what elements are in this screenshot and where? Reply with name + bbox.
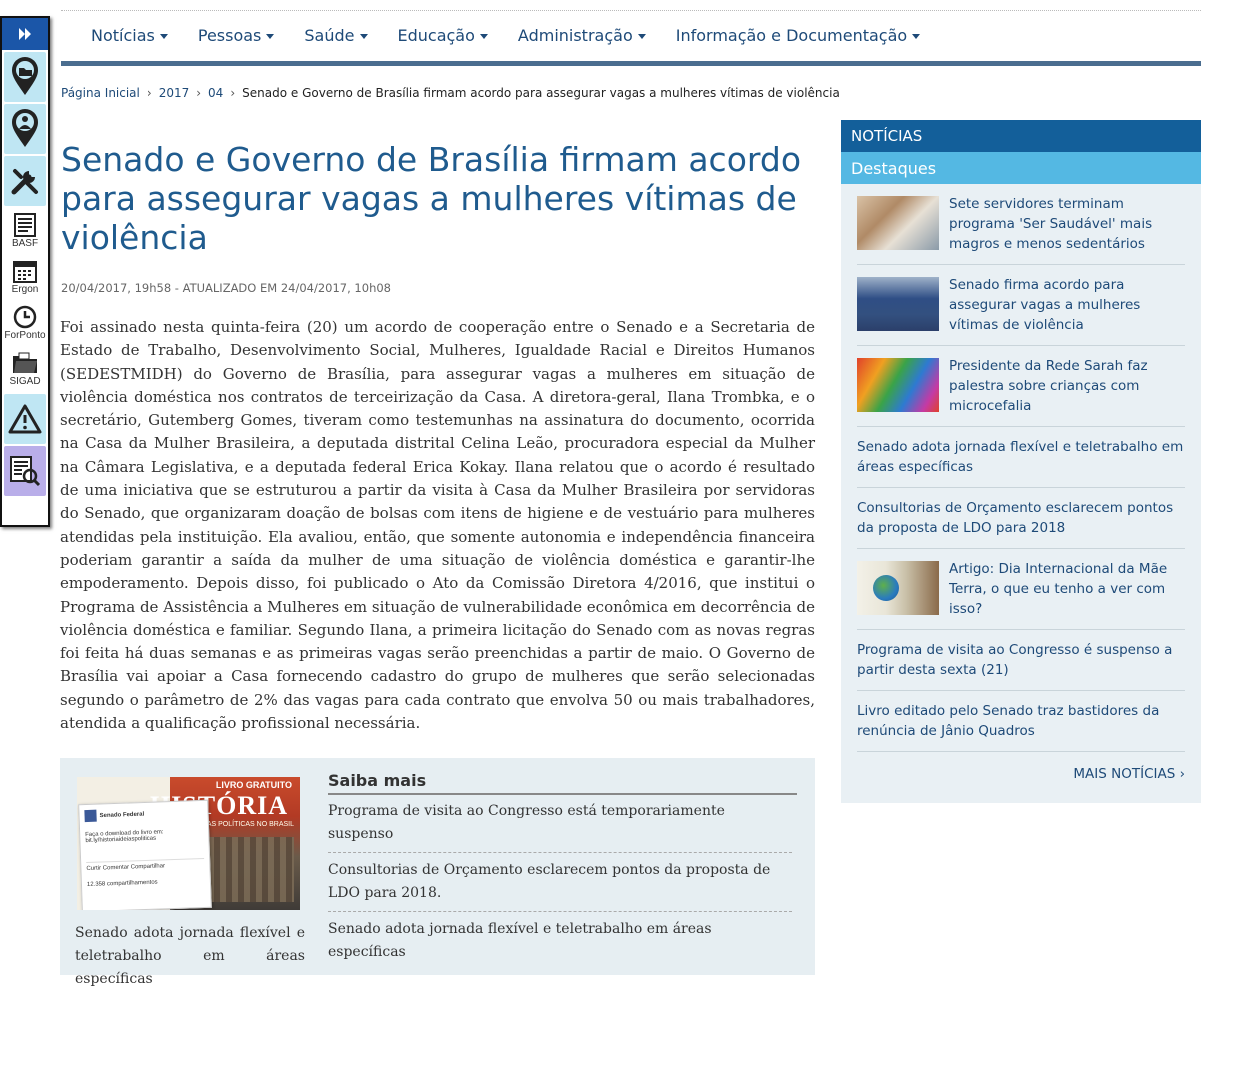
news-item-title[interactable]: Sete servidores terminam programa 'Ser S…	[949, 194, 1185, 254]
news-item[interactable]: Artigo: Dia Internacional da Mãe Terra, …	[857, 549, 1185, 630]
news-item-title[interactable]: Senado adota jornada flexível e teletrab…	[857, 437, 1185, 477]
nav-item-label: Administração	[517, 26, 633, 45]
related-link[interactable]: Consultorias de Orçamento esclarecem pon…	[328, 859, 792, 912]
caret-down-icon	[912, 34, 921, 39]
calendar-icon	[13, 261, 37, 283]
facebook-logo-icon	[84, 809, 97, 823]
sidebar-heading: NOTÍCIAS	[841, 120, 1201, 152]
basf-label: BASF	[11, 238, 39, 249]
news-item[interactable]: Programa de visita ao Congresso é suspen…	[857, 630, 1185, 691]
sidebar-subheading: Destaques	[841, 152, 1201, 184]
ergon-button[interactable]: Ergon	[2, 254, 48, 300]
map-folder-button[interactable]	[4, 52, 46, 102]
sigad-button[interactable]: SIGAD	[2, 346, 48, 392]
sidebar-news-list: Sete servidores terminam programa 'Ser S…	[841, 184, 1201, 752]
tools-button[interactable]	[4, 156, 46, 206]
article-meta: 20/04/2017, 19h58 - ATUALIZADO EM 24/04/…	[61, 281, 391, 295]
caret-down-icon	[159, 34, 168, 39]
facebook-post-card: Senado Federal Faça o download do livro …	[78, 799, 212, 910]
quick-access-toolbar: BASF Ergon ForPonto SIGAD	[0, 16, 50, 527]
news-item-title[interactable]: Artigo: Dia Internacional da Mãe Terra, …	[949, 559, 1185, 619]
fb-actions: Curtir Comentar Compartilhar	[86, 857, 205, 873]
folder-icon	[13, 352, 37, 373]
document-icon	[14, 213, 36, 237]
ergon-label: Ergon	[11, 284, 39, 295]
caret-down-icon	[479, 34, 488, 39]
nav-item-label: Informação e Documentação	[675, 26, 908, 45]
fb-page-name: Senado Federal	[99, 811, 145, 820]
clock-icon	[13, 305, 37, 329]
article-title: Senado e Governo de Brasília firmam acor…	[61, 140, 802, 257]
nav-item-informacao-documentacao[interactable]: Informação e Documentação	[675, 26, 921, 45]
nav-item-pessoas[interactable]: Pessoas	[198, 26, 275, 45]
news-item[interactable]: Senado firma acordo para assegurar vagas…	[857, 265, 1185, 346]
news-thumbnail[interactable]	[857, 277, 939, 331]
related-heading: Saiba mais	[328, 771, 797, 795]
basf-button[interactable]: BASF	[2, 208, 48, 254]
breadcrumb-separator: ›	[196, 86, 202, 100]
news-item-title[interactable]: Programa de visita ao Congresso é suspen…	[857, 640, 1185, 680]
breadcrumb-year-link[interactable]: 2017	[159, 86, 190, 100]
related-link[interactable]: Programa de visita ao Congresso está tem…	[328, 800, 792, 853]
caret-down-icon	[359, 34, 368, 39]
main-navigation: Notícias Pessoas Saúde Educação Administ…	[61, 10, 1201, 66]
map-person-button[interactable]	[4, 104, 46, 154]
news-item[interactable]: Sete servidores terminam programa 'Ser S…	[857, 184, 1185, 265]
fb-shares: 12.358 compartilhamentos	[86, 879, 158, 889]
nav-item-label: Notícias	[91, 26, 155, 45]
breadcrumb: Página Inicial › 2017 › 04 › Senado e Gover…	[61, 86, 840, 100]
nav-item-educacao[interactable]: Educação	[398, 26, 488, 45]
alert-button[interactable]	[4, 394, 46, 444]
news-item[interactable]: Consultorias de Orçamento esclarecem pon…	[857, 488, 1185, 549]
related-image[interactable]: LIVRO GRATUITO HISTÓRIA DAS IDEIAS POLÍT…	[77, 777, 300, 910]
article-body: Foi assinado nesta quinta-feira (20) um …	[60, 318, 815, 733]
related-link[interactable]: Senado adota jornada flexível e teletrab…	[328, 918, 792, 970]
fb-post-text: Faça o download do livro em: bit.ly/hist…	[85, 829, 164, 845]
nav-item-noticias[interactable]: Notícias	[91, 26, 168, 45]
nav-item-label: Educação	[397, 26, 475, 45]
nav-item-administracao[interactable]: Administração	[518, 26, 646, 45]
search-document-icon	[10, 456, 41, 487]
breadcrumb-separator: ›	[146, 86, 152, 100]
news-item-title[interactable]: Presidente da Rede Sarah faz palestra so…	[949, 356, 1185, 416]
search-document-button[interactable]	[4, 446, 46, 496]
news-item[interactable]: Livro editado pelo Senado traz bastidore…	[857, 691, 1185, 752]
news-item[interactable]: Senado adota jornada flexível e teletrab…	[857, 427, 1185, 488]
warning-icon	[8, 404, 42, 434]
news-item-title[interactable]: Senado firma acordo para assegurar vagas…	[949, 275, 1185, 335]
nav-item-label: Pessoas	[197, 26, 262, 45]
related-box: LIVRO GRATUITO HISTÓRIA DAS IDEIAS POLÍT…	[60, 758, 815, 987]
news-thumbnail[interactable]	[857, 561, 939, 615]
toolbar-expand-button[interactable]	[2, 18, 48, 50]
nav-item-label: Saúde	[304, 26, 355, 45]
nav-item-saude[interactable]: Saúde	[304, 26, 368, 45]
news-thumbnail[interactable]	[857, 196, 939, 250]
news-item-title[interactable]: Consultorias de Orçamento esclarecem pon…	[857, 498, 1185, 538]
breadcrumb-month-link[interactable]: 04	[208, 86, 223, 100]
news-sidebar: NOTÍCIAS Destaques Sete servidores termi…	[841, 120, 1201, 803]
caret-down-icon	[637, 34, 646, 39]
related-links: Programa de visita ao Congresso está tem…	[328, 800, 792, 976]
map-pin-person-icon	[12, 109, 38, 147]
forponto-label: ForPonto	[4, 330, 46, 341]
related-image-caption[interactable]: Senado adota jornada flexível e teletrab…	[75, 922, 305, 991]
breadcrumb-separator: ›	[230, 86, 236, 100]
breadcrumb-home-link[interactable]: Página Inicial	[61, 86, 140, 100]
caret-down-icon	[266, 34, 275, 39]
news-item-title[interactable]: Livro editado pelo Senado traz bastidore…	[857, 701, 1185, 741]
breadcrumb-current: Senado e Governo de Brasília firmam acor…	[242, 86, 840, 100]
book-tag: LIVRO GRATUITO	[215, 780, 292, 790]
more-news-link[interactable]: MAIS NOTÍCIAS ›	[841, 752, 1201, 782]
tools-icon	[11, 169, 38, 195]
sigad-label: SIGAD	[9, 376, 41, 387]
forponto-button[interactable]: ForPonto	[2, 300, 48, 346]
map-pin-folder-icon	[12, 57, 38, 95]
news-item[interactable]: Presidente da Rede Sarah faz palestra so…	[857, 346, 1185, 427]
news-thumbnail[interactable]	[857, 358, 939, 412]
expand-icon	[19, 28, 31, 40]
